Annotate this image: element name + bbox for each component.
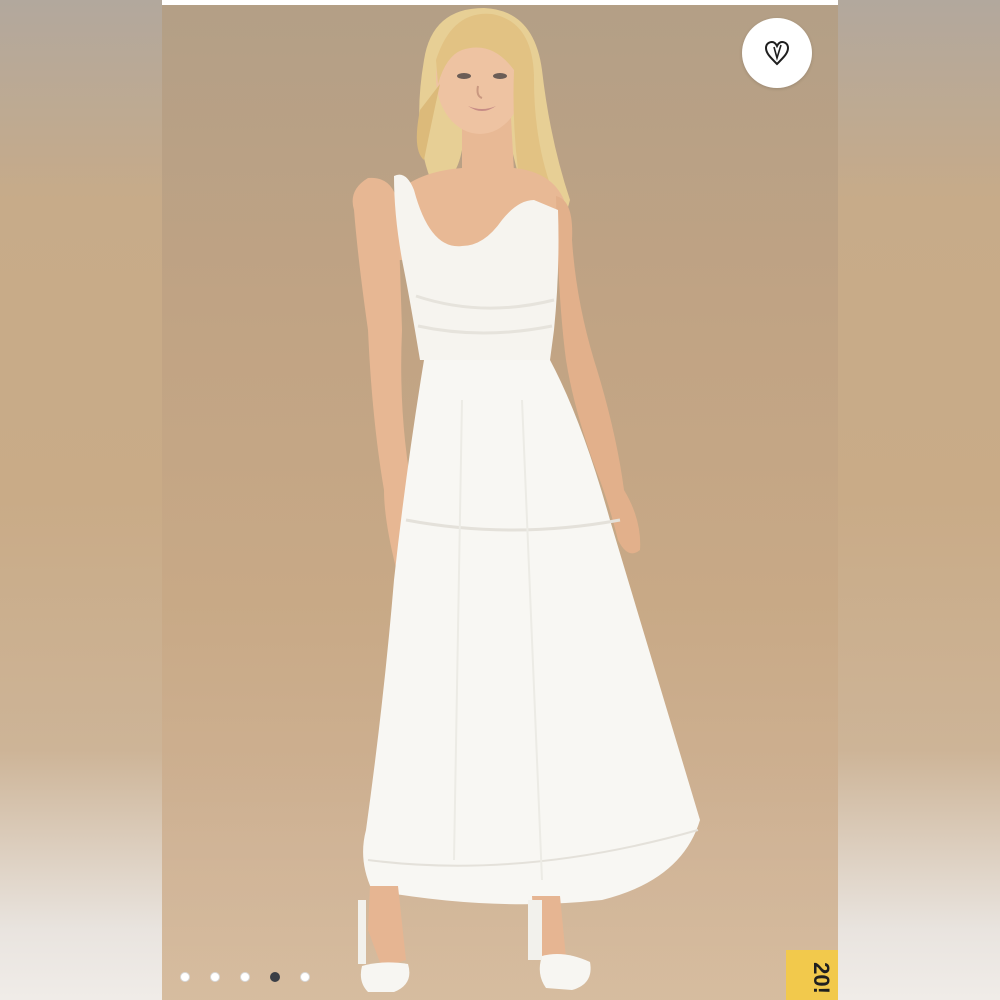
promo-tab[interactable]: 20!: [786, 950, 838, 1000]
heart-icon: [764, 40, 790, 66]
blurred-background-right: [838, 0, 1000, 1000]
carousel-dot-1[interactable]: [180, 972, 190, 982]
image-carousel-dots: [180, 972, 310, 982]
promo-tab-label: 20!: [809, 962, 834, 994]
carousel-dot-2[interactable]: [210, 972, 220, 982]
like-button[interactable]: [742, 18, 812, 88]
carousel-dot-4-active[interactable]: [270, 972, 280, 982]
blurred-background-left: [0, 0, 162, 1000]
product-photo[interactable]: [162, 0, 838, 1000]
carousel-dot-5[interactable]: [300, 972, 310, 982]
carousel-dot-3[interactable]: [240, 972, 250, 982]
model-in-white-dress-illustration: [352, 8, 700, 992]
